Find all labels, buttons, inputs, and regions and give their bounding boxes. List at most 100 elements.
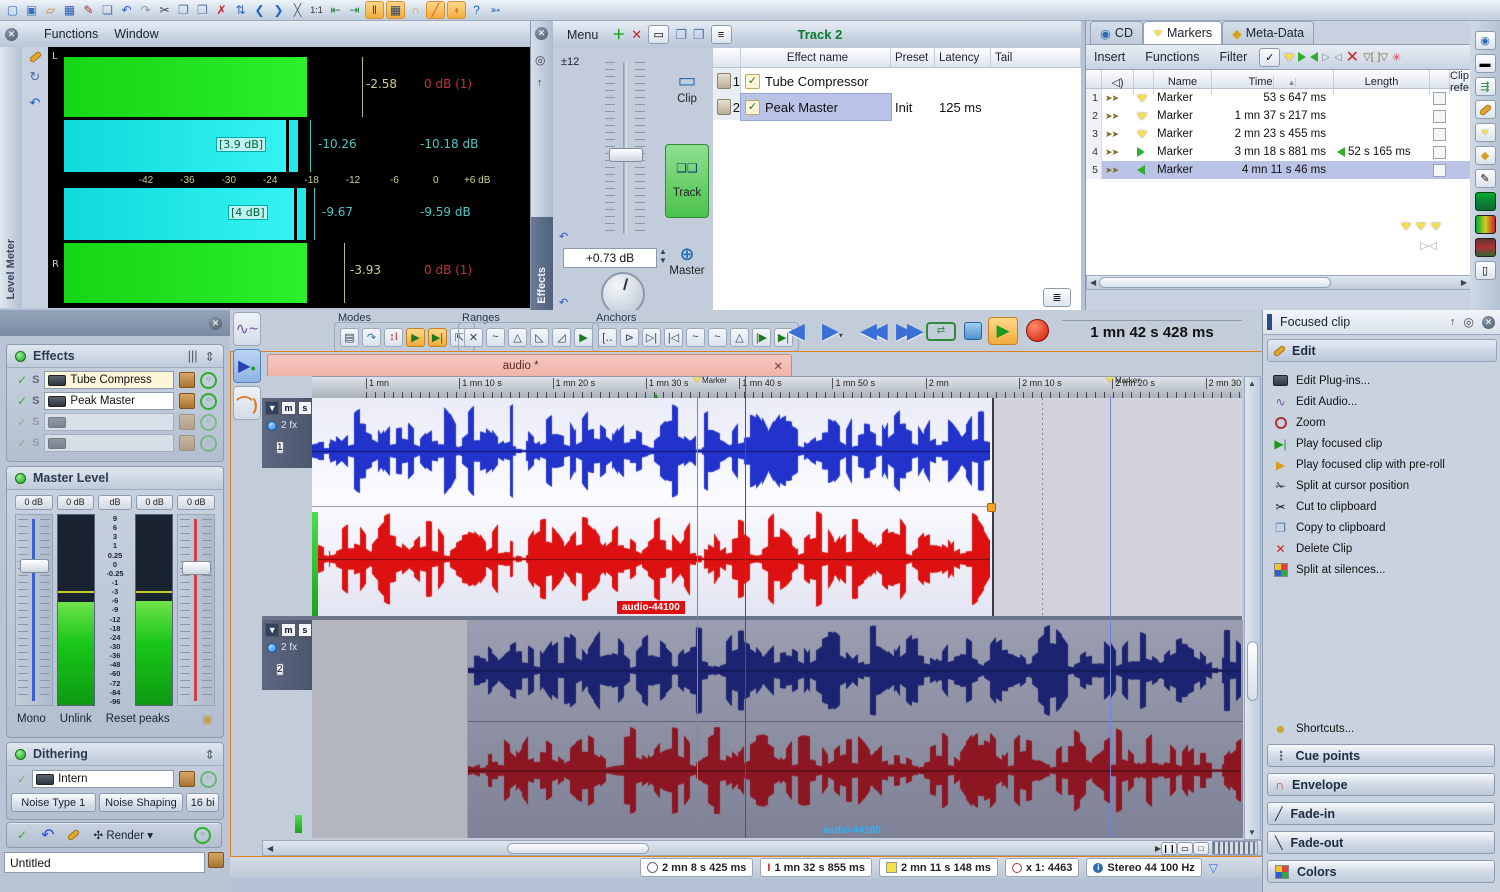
zoom-one-to-one-icon[interactable]: 1:1 xyxy=(308,2,325,18)
power-icon[interactable]: ○ xyxy=(200,372,217,389)
remove-effect-icon[interactable]: ✕ xyxy=(631,28,642,41)
paste-icon[interactable]: ❒ xyxy=(194,2,211,18)
routing-icon[interactable]: ||| xyxy=(188,349,198,363)
target-track[interactable]: ❑❑ Track xyxy=(665,144,709,218)
fader-handle[interactable] xyxy=(182,561,211,575)
noise-shaping-button[interactable]: Noise Shaping xyxy=(99,793,184,812)
delete-marker-icon[interactable]: ✕ xyxy=(1346,47,1359,67)
master-level-header[interactable]: Master Level xyxy=(7,467,223,490)
paste-icon[interactable]: ❒ xyxy=(693,28,705,41)
mute-button[interactable]: m xyxy=(281,401,295,415)
collapse-icon[interactable]: ⇕ xyxy=(205,747,215,762)
scroll-thumb[interactable] xyxy=(507,843,649,854)
effects-side-tab[interactable]: Effects xyxy=(531,217,553,310)
marker-type-icon[interactable] xyxy=(1284,54,1294,61)
new-from-template-icon[interactable]: ▣ xyxy=(23,2,40,18)
colors-button[interactable]: Colors xyxy=(1267,860,1495,883)
reset-peaks-button[interactable]: Reset peaks xyxy=(106,713,170,725)
marker-row[interactable]: 1➤➤ Marker 53 s 647 ms xyxy=(1086,89,1471,107)
cut-icon[interactable]: ✂ xyxy=(156,2,173,18)
play-outline-icon[interactable]: ▷ xyxy=(1322,52,1330,63)
anchor-envelope-icon[interactable]: △ xyxy=(730,328,749,347)
effect-row[interactable]: 2 ✓Peak Master Init 125 ms xyxy=(713,94,1081,120)
gain-value-field[interactable]: +0.73 dB xyxy=(563,248,657,268)
col-preset[interactable]: Preset xyxy=(891,48,935,67)
fader-view-icon[interactable]: ▯ xyxy=(1475,261,1496,280)
bit-depth-button[interactable]: 16 bi xyxy=(186,793,219,812)
slot-active-check[interactable]: ✓ xyxy=(17,394,27,408)
filter-funnel-icon[interactable]: ▽ xyxy=(1209,861,1218,875)
navigate-back-icon[interactable]: ❮ xyxy=(251,2,268,18)
track1-lane[interactable]: audio-44100 xyxy=(312,398,1242,616)
menu-zoom[interactable]: Zoom xyxy=(1263,412,1500,433)
dock-up-icon[interactable]: ↑ xyxy=(537,77,543,89)
anchor-play-from-icon[interactable]: |▶ xyxy=(752,328,771,347)
preset-icon[interactable] xyxy=(179,372,195,388)
fx-count-label[interactable]: 2 fx xyxy=(281,642,297,653)
audio-clip-track1[interactable]: audio-44100 xyxy=(312,398,994,616)
drag-grip[interactable] xyxy=(1267,314,1272,330)
menu-shortcuts[interactable]: ☻ Shortcuts... xyxy=(1263,718,1500,739)
effect-slot-3[interactable] xyxy=(44,413,174,431)
power-led[interactable] xyxy=(15,749,26,760)
power-icon[interactable]: ○ xyxy=(200,771,217,788)
collapse-icon[interactable]: ⇕ xyxy=(205,349,215,364)
marker-row[interactable]: 3➤➤ Marker 2 mn 23 s 455 ms xyxy=(1086,125,1471,143)
render-button[interactable]: ✣ Render ▾ xyxy=(93,828,153,842)
scroll-down-icon[interactable]: ▼ xyxy=(1248,828,1256,837)
time-display[interactable]: 1 mn 42 s 428 ms xyxy=(1062,320,1242,341)
rewind-icon[interactable]: ◀◀ xyxy=(860,320,882,342)
menu-edit-audio[interactable]: ∿Edit Audio... xyxy=(1263,391,1500,412)
status-zoom[interactable]: x 1: 4463 xyxy=(1005,858,1079,877)
copy-icon[interactable]: ❐ xyxy=(675,28,687,41)
horizontal-scrollbar[interactable]: ◀ ▶ ❙❙ ▭ □ xyxy=(262,840,1262,856)
close-icon[interactable]: ✕ xyxy=(209,317,222,330)
navigate-forward-icon[interactable]: ❯ xyxy=(270,2,287,18)
markers-view-icon[interactable] xyxy=(1475,123,1496,142)
reset-gain-icon[interactable]: ↶ xyxy=(559,230,568,243)
zoom-fit-icon[interactable]: □ xyxy=(1193,842,1209,855)
podcast-icon[interactable]: ⌒) xyxy=(233,386,261,420)
settings-wrench-icon[interactable] xyxy=(68,830,79,840)
snap-off-icon[interactable]: ╳ xyxy=(289,2,306,18)
zoom-out-icon[interactable]: ▭ xyxy=(1177,842,1193,855)
redo-icon[interactable]: ↻ xyxy=(30,69,41,85)
play-from-marker-icon[interactable] xyxy=(1298,52,1306,62)
loop-icon[interactable]: ⇄ xyxy=(926,322,956,341)
scatter-icon[interactable]: ✳ xyxy=(1392,51,1401,64)
level-meter-view-icon[interactable] xyxy=(1475,215,1496,234)
time-ruler[interactable]: 1 mn1 mn 10 s1 mn 20 s1 mn 30 s1 mn 40 s… xyxy=(312,376,1242,399)
play-forward-icon[interactable]: ▶▾ xyxy=(822,320,843,342)
cue-points-button[interactable]: ⋮Cue points xyxy=(1267,744,1495,767)
ruler-marker-flag[interactable]: Marker xyxy=(692,376,727,385)
menu-split-at-cursor[interactable]: ✁Split at cursor position xyxy=(1263,475,1500,496)
scroll-right-icon[interactable]: ▶ xyxy=(1458,278,1470,287)
menu-functions[interactable]: Functions xyxy=(1137,50,1207,64)
scroll-thumb[interactable] xyxy=(1247,641,1258,701)
audio-clip-track2[interactable]: audio-44100 xyxy=(467,620,1243,838)
mono-button[interactable]: Mono xyxy=(17,713,46,725)
tab-cd[interactable]: ◉CD xyxy=(1090,21,1143,44)
tab-meta-data[interactable]: ◆Meta-Data xyxy=(1222,21,1314,44)
zoom-preset-icon[interactable]: ❙❙ xyxy=(1161,842,1177,855)
menu-window[interactable]: Window xyxy=(106,27,166,41)
track2-lane[interactable]: audio-44100 xyxy=(312,620,1242,838)
range-fadein-icon[interactable]: ◺ xyxy=(530,328,549,347)
play-button[interactable]: ▶ xyxy=(988,317,1018,345)
files-tree-icon[interactable]: ⇶ xyxy=(1475,77,1496,96)
ruler-marker-flag[interactable]: Marker xyxy=(1105,376,1140,385)
vertical-scrollbar[interactable]: ▲ ▼ xyxy=(1244,376,1261,840)
region-end-icon[interactable]: ]▽ xyxy=(1378,52,1388,63)
slot-active-check[interactable]: ✓ xyxy=(17,436,27,450)
copy-icon[interactable]: ❐ xyxy=(175,2,192,18)
power-icon[interactable]: ○ xyxy=(200,414,217,431)
cd-view-icon[interactable]: ◉ xyxy=(1475,31,1496,50)
delete-icon[interactable]: ✗ xyxy=(213,2,230,18)
solo-button[interactable]: s xyxy=(298,401,312,415)
lock-icon[interactable]: ▣ xyxy=(202,712,213,726)
effect-row[interactable]: 1 ✓Tube Compressor xyxy=(713,68,1081,94)
options-icon[interactable]: ◎ xyxy=(535,53,545,67)
marker-checkbox[interactable] xyxy=(1433,110,1446,123)
spectrum-meter-icon[interactable] xyxy=(1475,192,1496,211)
mixer-view-icon[interactable]: ≣ xyxy=(1043,288,1071,307)
